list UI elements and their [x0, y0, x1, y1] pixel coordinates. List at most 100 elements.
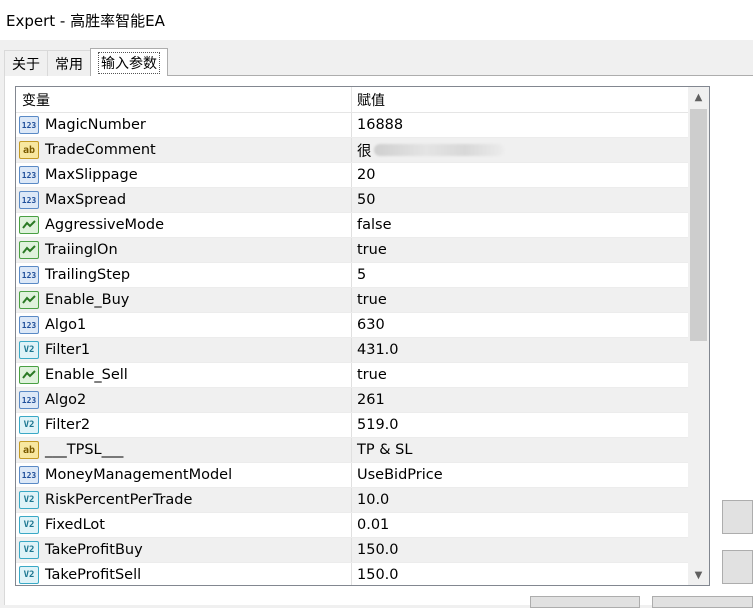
parameter-value-cell[interactable]: 150.0 — [352, 563, 688, 585]
parameter-name-cell: V2 RiskPercentPerTrade — [16, 488, 352, 512]
parameter-value-cell[interactable]: true — [352, 363, 688, 387]
parameter-name-cell: ab TradeComment — [16, 138, 352, 162]
table-row[interactable]: ab TradeComment 很 — [16, 138, 688, 163]
double-type-icon: V2 — [19, 566, 39, 584]
parameter-value: 20 — [357, 167, 376, 183]
parameter-name: MaxSpread — [45, 192, 127, 208]
column-header-value[interactable]: 赋值 — [352, 87, 688, 113]
tab-about[interactable]: 关于 — [4, 50, 48, 76]
parameter-name: Algo1 — [45, 317, 87, 333]
parameter-name-cell: AggressiveMode — [16, 213, 352, 237]
table-row[interactable]: Enable_Sell true — [16, 363, 688, 388]
table-row[interactable]: 123 MaxSpread 50 — [16, 188, 688, 213]
table-row[interactable]: V2 TakeProfitBuy 150.0 — [16, 538, 688, 563]
table-row[interactable]: V2 FixedLot 0.01 — [16, 513, 688, 538]
double-type-icon: V2 — [19, 541, 39, 559]
parameter-value-cell[interactable]: 20 — [352, 163, 688, 187]
parameter-name: TraiinglOn — [45, 242, 118, 258]
integer-type-icon: 123 — [19, 466, 39, 484]
grid-rows: 123 MagicNumber 16888 ab TradeComment 很 123 Max… — [16, 113, 688, 585]
table-row[interactable]: V2 TakeProfitSell 150.0 — [16, 563, 688, 585]
side-button-1[interactable] — [722, 500, 753, 534]
parameter-value: 150.0 — [357, 542, 399, 558]
double-type-icon: V2 — [19, 341, 39, 359]
parameter-value: 很 — [357, 143, 372, 160]
parameter-value-cell[interactable]: TP & SL — [352, 438, 688, 462]
parameter-value-cell[interactable]: 5 — [352, 263, 688, 287]
parameter-name: Enable_Buy — [45, 292, 130, 308]
parameter-value: 150.0 — [357, 567, 399, 583]
column-header-variable[interactable]: 变量 — [16, 87, 352, 113]
parameter-value-cell[interactable]: 16888 — [352, 113, 688, 137]
boolean-type-icon — [19, 366, 39, 384]
table-row[interactable]: V2 Filter2 519.0 — [16, 413, 688, 438]
parameter-name-cell: V2 TakeProfitSell — [16, 563, 352, 585]
parameter-value-cell[interactable]: 0.01 — [352, 513, 688, 537]
table-row[interactable]: 123 Algo2 261 — [16, 388, 688, 413]
parameter-value-cell[interactable]: UseBidPrice — [352, 463, 688, 487]
scroll-up-icon[interactable]: ▲ — [688, 87, 709, 107]
parameter-name-cell: V2 Filter2 — [16, 413, 352, 437]
table-row[interactable]: V2 Filter1 431.0 — [16, 338, 688, 363]
parameter-value-cell[interactable]: true — [352, 238, 688, 262]
parameter-name-cell: Enable_Sell — [16, 363, 352, 387]
boolean-type-icon — [19, 241, 39, 259]
cancel-button[interactable] — [652, 596, 753, 608]
tab-common[interactable]: 常用 — [47, 50, 91, 76]
parameter-value: 431.0 — [357, 342, 399, 358]
window-titlebar: Expert - 高胜率智能EA — [0, 0, 753, 40]
parameter-value-cell[interactable]: 519.0 — [352, 413, 688, 437]
table-row[interactable]: ab ___TPSL___ TP & SL — [16, 438, 688, 463]
parameter-value-cell[interactable]: 150.0 — [352, 538, 688, 562]
parameter-value-cell[interactable]: 630 — [352, 313, 688, 337]
table-row[interactable]: AggressiveMode false — [16, 213, 688, 238]
parameter-name-cell: 123 MoneyManagementModel — [16, 463, 352, 487]
tab-strip: 关于 常用 输入参数 — [4, 48, 168, 76]
integer-type-icon: 123 — [19, 316, 39, 334]
redacted-text — [373, 144, 504, 156]
parameter-value-cell[interactable]: true — [352, 288, 688, 312]
parameter-name-cell: 123 MaxSpread — [16, 188, 352, 212]
parameter-value-cell[interactable]: 431.0 — [352, 338, 688, 362]
scroll-thumb[interactable] — [690, 109, 707, 341]
parameter-value-cell[interactable]: 很 — [352, 138, 688, 162]
parameter-value: TP & SL — [357, 442, 413, 458]
table-row[interactable]: TraiinglOn true — [16, 238, 688, 263]
table-row[interactable]: Enable_Buy true — [16, 288, 688, 313]
table-row[interactable]: 123 MoneyManagementModel UseBidPrice — [16, 463, 688, 488]
parameter-value: 5 — [357, 267, 367, 283]
ok-button[interactable] — [530, 596, 640, 608]
parameter-value: 630 — [357, 317, 385, 333]
vertical-scrollbar[interactable]: ▲ ▼ — [688, 87, 709, 585]
double-type-icon: V2 — [19, 416, 39, 434]
parameter-name: RiskPercentPerTrade — [45, 492, 193, 508]
parameter-value-cell[interactable]: 261 — [352, 388, 688, 412]
parameter-name: AggressiveMode — [45, 217, 165, 233]
table-row[interactable]: 123 TrailingStep 5 — [16, 263, 688, 288]
parameter-value: true — [357, 242, 387, 258]
parameter-name-cell: 123 Algo1 — [16, 313, 352, 337]
parameter-name: MaxSlippage — [45, 167, 138, 183]
grid-header: 变量 赋值 — [16, 87, 688, 113]
parameter-name: FixedLot — [45, 517, 105, 533]
parameter-value-cell[interactable]: false — [352, 213, 688, 237]
tab-inputs[interactable]: 输入参数 — [90, 48, 168, 76]
table-row[interactable]: 123 MaxSlippage 20 — [16, 163, 688, 188]
parameter-name: TrailingStep — [45, 267, 131, 283]
side-button-2[interactable] — [722, 550, 753, 584]
parameter-value-cell[interactable]: 50 — [352, 188, 688, 212]
scroll-down-icon[interactable]: ▼ — [688, 565, 709, 585]
string-type-icon: ab — [19, 141, 39, 159]
integer-type-icon: 123 — [19, 391, 39, 409]
parameter-name-cell: V2 TakeProfitBuy — [16, 538, 352, 562]
parameter-name: Algo2 — [45, 392, 87, 408]
table-row[interactable]: 123 MagicNumber 16888 — [16, 113, 688, 138]
parameter-value-cell[interactable]: 10.0 — [352, 488, 688, 512]
parameter-name: MoneyManagementModel — [45, 467, 233, 483]
parameter-name-cell: ab ___TPSL___ — [16, 438, 352, 462]
table-row[interactable]: 123 Algo1 630 — [16, 313, 688, 338]
table-row[interactable]: V2 RiskPercentPerTrade 10.0 — [16, 488, 688, 513]
parameter-value: false — [357, 217, 392, 233]
parameter-name-cell: TraiinglOn — [16, 238, 352, 262]
parameter-name-cell: Enable_Buy — [16, 288, 352, 312]
